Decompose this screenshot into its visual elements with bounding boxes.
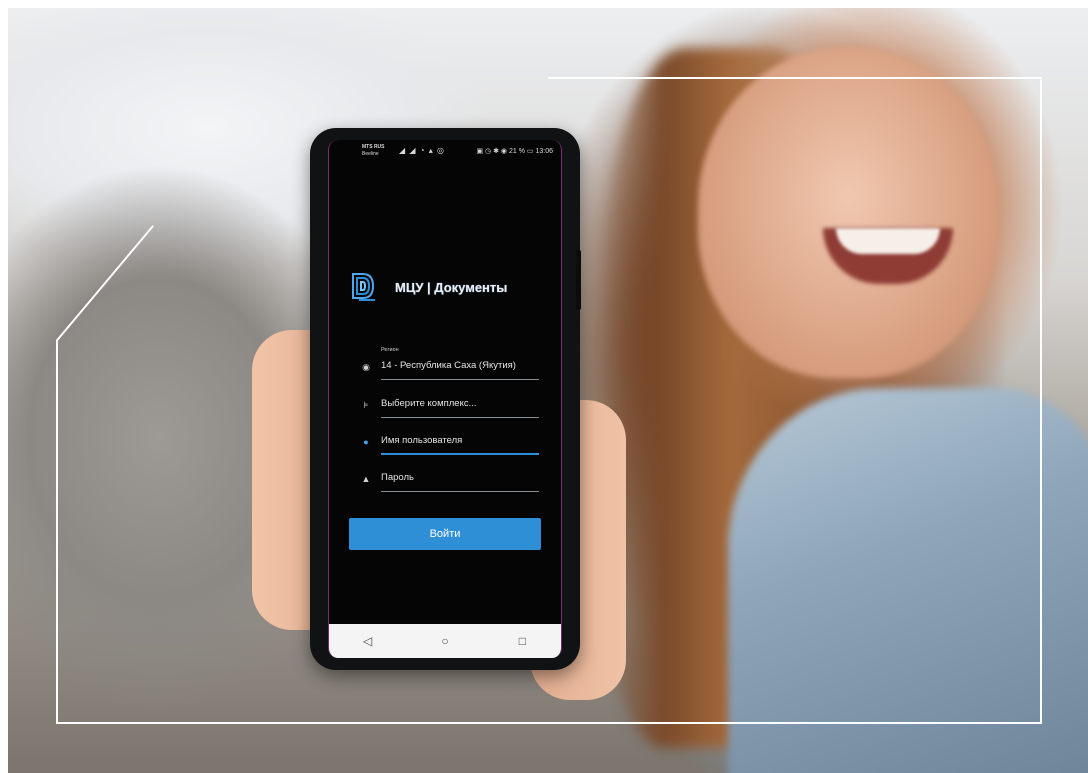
location-pin-icon: ◉ <box>362 362 370 372</box>
hierarchy-icon: ⊧ <box>363 400 369 410</box>
password-input[interactable]: ▲ Пароль <box>359 468 539 492</box>
region-value: 14 - Республика Саха (Якутия) <box>381 360 516 371</box>
phone-screen: MTS RUS Beeline ◢ ◢ ◔ ▴ ◎ ▣ ◷ ✱ ◉ 21 % ▭… <box>328 140 562 658</box>
region-select[interactable]: ◉ 14 - Республика Саха (Якутия) <box>359 356 539 380</box>
status-icons: ▣ ◷ ✱ ◉ <box>476 148 509 155</box>
carrier-secondary: Beeline <box>362 151 379 157</box>
username-input[interactable]: ● Имя пользователя <box>359 431 539 455</box>
app-brand: МЦУ | Документы <box>351 267 551 307</box>
complex-underline <box>381 417 539 418</box>
signal-icons: ◢ ◢ ◔ ▴ ◎ <box>399 146 446 155</box>
app-logo-icon <box>352 273 375 301</box>
battery-icon: ▭ <box>526 148 534 155</box>
login-button[interactable]: Войти <box>349 518 541 550</box>
nav-recents-icon[interactable]: □ <box>510 634 534 648</box>
password-underline <box>381 491 539 492</box>
status-bar: MTS RUS Beeline ◢ ◢ ◔ ▴ ◎ ▣ ◷ ✱ ◉ 21 % ▭… <box>329 140 561 162</box>
status-right: ▣ ◷ ✱ ◉ 21 % ▭ 13:06 <box>476 147 553 155</box>
nav-back-icon[interactable]: ◁ <box>356 634 380 648</box>
complex-placeholder: Выберите комплекс... <box>381 398 477 409</box>
username-placeholder: Имя пользователя <box>381 435 463 446</box>
app-title: МЦУ | Документы <box>395 279 508 295</box>
decorative-frame-left <box>56 340 58 724</box>
password-placeholder: Пароль <box>381 472 414 483</box>
region-label: Регион <box>381 347 399 353</box>
phone-side-button <box>576 250 581 310</box>
complex-select[interactable]: ⊧ Выберите комплекс... <box>359 394 539 418</box>
carrier-primary: MTS RUS <box>362 144 385 150</box>
battery-percent: 21 % <box>508 148 525 155</box>
user-icon: ● <box>363 437 369 447</box>
region-underline <box>381 379 539 380</box>
decorative-frame-top <box>548 77 1042 79</box>
nav-home-icon[interactable]: ○ <box>433 634 457 648</box>
username-underline <box>381 453 539 455</box>
clock: 13:06 <box>535 148 553 155</box>
lock-icon: ▲ <box>361 474 371 484</box>
android-nav-bar: ◁ ○ □ <box>329 624 561 658</box>
